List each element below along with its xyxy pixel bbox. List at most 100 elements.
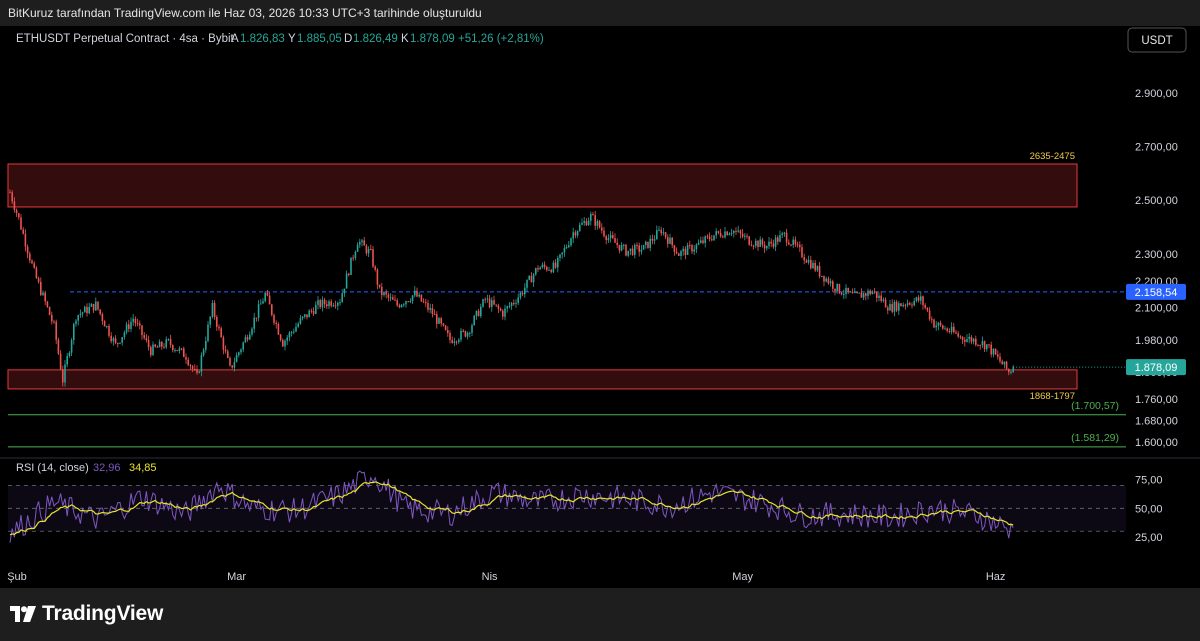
candle-body[interactable]: [301, 316, 304, 319]
candle-body[interactable]: [213, 302, 216, 317]
candle-body[interactable]: [53, 321, 55, 323]
supply-demand-zone[interactable]: [7, 369, 1078, 390]
candle-body[interactable]: [680, 251, 682, 257]
candle-body[interactable]: [117, 342, 119, 344]
candle-body[interactable]: [805, 260, 808, 263]
candle-body[interactable]: [873, 291, 876, 293]
candle-body[interactable]: [895, 301, 898, 311]
candle-body[interactable]: [44, 292, 46, 302]
candle-body[interactable]: [563, 248, 566, 253]
candle-body[interactable]: [955, 332, 957, 334]
candle-body[interactable]: [708, 236, 711, 240]
candle-body[interactable]: [218, 326, 220, 329]
candle-body[interactable]: [418, 294, 420, 297]
candle-body[interactable]: [310, 310, 313, 312]
candle-body[interactable]: [231, 365, 233, 368]
candle-body[interactable]: [77, 315, 79, 321]
candle-body[interactable]: [493, 300, 495, 305]
candle-body[interactable]: [803, 257, 805, 261]
candle-body[interactable]: [431, 308, 434, 315]
candle-body[interactable]: [959, 336, 962, 338]
candle-body[interactable]: [396, 300, 398, 306]
candle-body[interactable]: [530, 275, 533, 283]
candle-body[interactable]: [906, 303, 909, 306]
candle-body[interactable]: [136, 323, 139, 325]
candle-body[interactable]: [926, 307, 929, 311]
candle-body[interactable]: [810, 259, 812, 269]
candle-body[interactable]: [609, 235, 612, 239]
candle-body[interactable]: [510, 302, 513, 306]
candle-body[interactable]: [299, 318, 302, 324]
candle-body[interactable]: [271, 304, 273, 315]
candle-body[interactable]: [15, 209, 18, 214]
candle-body[interactable]: [172, 345, 174, 351]
candle-body[interactable]: [442, 323, 445, 326]
candle-body[interactable]: [286, 337, 288, 341]
candle-body[interactable]: [968, 336, 970, 339]
chart-area[interactable]: ETHUSDT Perpetual Contract · 4sa · Bybit…: [0, 26, 1200, 588]
candle-body[interactable]: [856, 292, 858, 294]
candle-body[interactable]: [757, 240, 759, 247]
candle-body[interactable]: [409, 301, 412, 303]
candle-body[interactable]: [128, 324, 130, 329]
candle-body[interactable]: [370, 249, 372, 251]
candle-body[interactable]: [462, 330, 464, 332]
candle-body[interactable]: [898, 303, 900, 311]
currency-button-label[interactable]: USDT: [1141, 35, 1172, 47]
candle-body[interactable]: [658, 229, 660, 231]
candle-body[interactable]: [222, 337, 225, 350]
candle-body[interactable]: [345, 273, 348, 289]
candle-body[interactable]: [143, 335, 145, 338]
candle-body[interactable]: [554, 262, 557, 268]
candle-body[interactable]: [726, 231, 728, 236]
candle-body[interactable]: [62, 369, 64, 383]
candle-body[interactable]: [103, 321, 106, 327]
supply-demand-zone[interactable]: [7, 163, 1078, 208]
candle-body[interactable]: [11, 192, 13, 202]
candle-body[interactable]: [46, 301, 49, 307]
candle-body[interactable]: [961, 336, 964, 340]
candle-body[interactable]: [488, 298, 491, 308]
candle-body[interactable]: [189, 365, 192, 367]
candle-body[interactable]: [145, 337, 148, 340]
candle-body[interactable]: [986, 344, 988, 350]
candle-body[interactable]: [473, 315, 475, 326]
candle-body[interactable]: [730, 232, 733, 234]
candle-body[interactable]: [517, 297, 519, 303]
candle-body[interactable]: [651, 238, 654, 241]
candle-body[interactable]: [581, 222, 583, 225]
candle-body[interactable]: [862, 293, 865, 298]
candle-body[interactable]: [422, 301, 425, 303]
candle-body[interactable]: [444, 325, 447, 331]
candle-body[interactable]: [1012, 367, 1014, 372]
candle-body[interactable]: [592, 213, 594, 216]
candle-body[interactable]: [550, 269, 552, 273]
candle-body[interactable]: [792, 239, 794, 246]
candle-body[interactable]: [398, 305, 401, 308]
candle-body[interactable]: [673, 245, 676, 252]
candle-body[interactable]: [801, 247, 803, 258]
candle-body[interactable]: [97, 301, 99, 310]
candle-body[interactable]: [352, 257, 354, 259]
candle-body[interactable]: [372, 249, 374, 267]
candle-body[interactable]: [51, 314, 53, 322]
candle-body[interactable]: [57, 339, 60, 354]
candle-body[interactable]: [620, 245, 623, 251]
candle-body[interactable]: [288, 332, 291, 338]
candle-body[interactable]: [150, 347, 152, 356]
candle-body[interactable]: [290, 332, 293, 334]
candle-body[interactable]: [724, 231, 726, 238]
candle-body[interactable]: [834, 288, 836, 292]
candle-body[interactable]: [583, 221, 585, 223]
candle-body[interactable]: [79, 313, 82, 316]
candle-body[interactable]: [235, 355, 238, 363]
candle-body[interactable]: [882, 299, 885, 301]
candle-body[interactable]: [205, 340, 207, 350]
candle-body[interactable]: [253, 317, 255, 329]
candle-body[interactable]: [715, 231, 717, 236]
candle-body[interactable]: [629, 248, 632, 251]
candle-body[interactable]: [216, 316, 218, 327]
candle-body[interactable]: [524, 287, 526, 295]
candle-body[interactable]: [81, 312, 84, 314]
candle-body[interactable]: [574, 232, 577, 236]
